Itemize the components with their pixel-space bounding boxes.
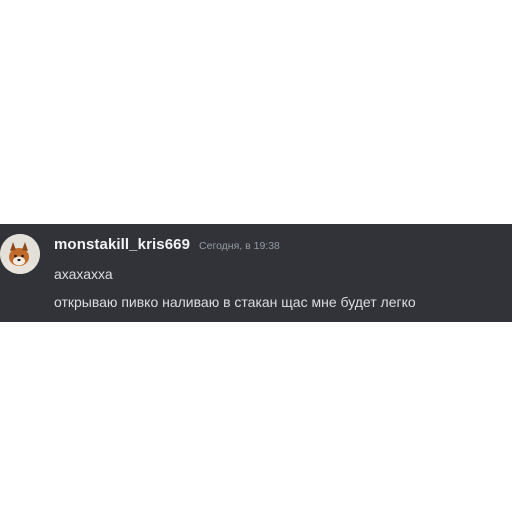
message-header: monstakill_kris669 Сегодня, в 19:38: [54, 236, 280, 253]
message-line: открываю пивко наливаю в стакан щас мне …: [54, 294, 416, 310]
message-line: ахахахха: [54, 266, 113, 282]
username[interactable]: monstakill_kris669: [54, 236, 190, 253]
chat-message: monstakill_kris669 Сегодня, в 19:38 ахах…: [0, 224, 512, 322]
dog-avatar-icon[interactable]: [0, 234, 40, 274]
timestamp: Сегодня, в 19:38: [199, 240, 280, 252]
